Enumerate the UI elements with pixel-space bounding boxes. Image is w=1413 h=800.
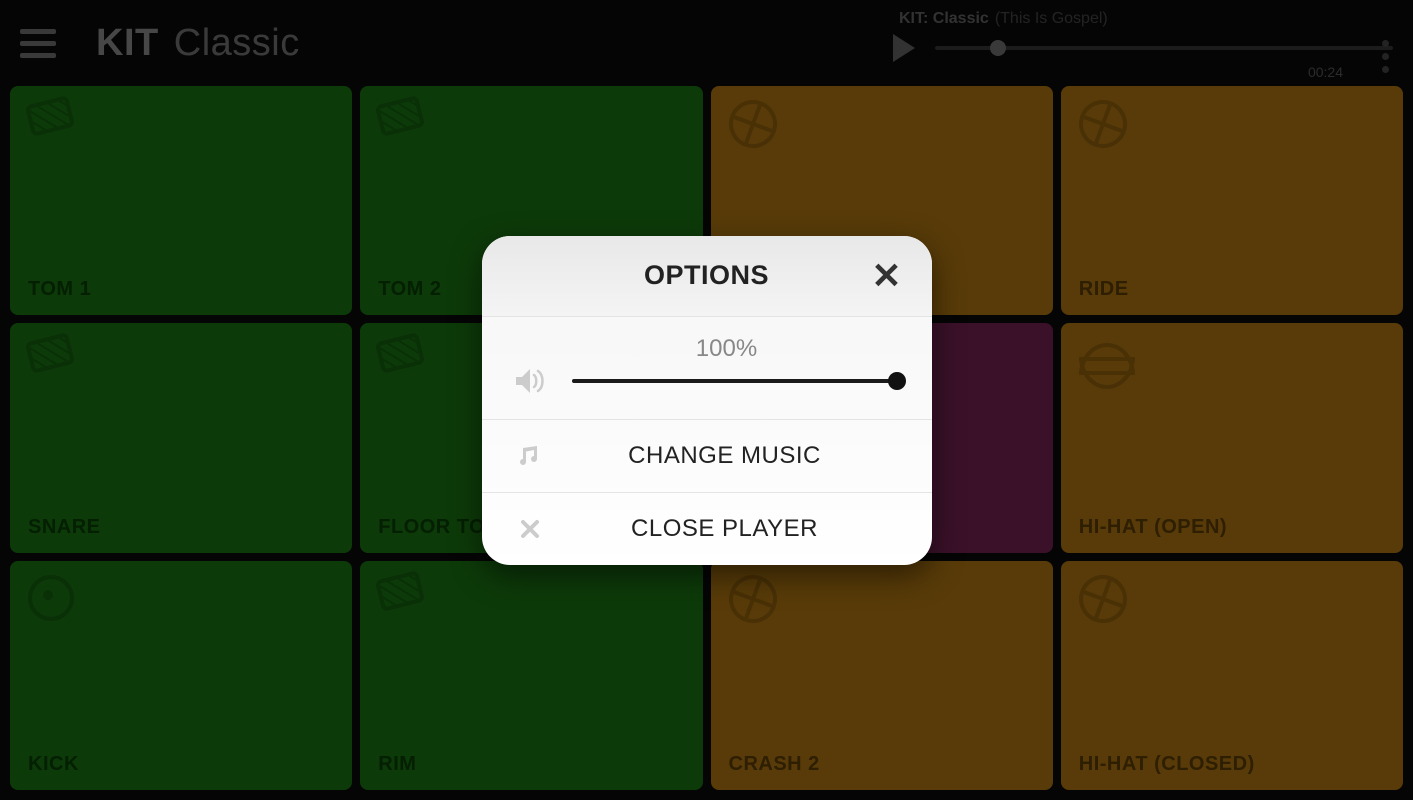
modal-wrap: OPTIONS ✕ 100% CHANGE MUSIC — [0, 0, 1413, 800]
app-root: KIT Classic KIT: Classic (This Is Gospel… — [0, 0, 1413, 800]
close-player-row[interactable]: CLOSE PLAYER — [482, 492, 932, 565]
close-small-icon — [512, 518, 548, 540]
volume-thumb[interactable] — [888, 372, 906, 390]
volume-value: 100% — [552, 335, 902, 363]
options-modal: OPTIONS ✕ 100% CHANGE MUSIC — [482, 236, 932, 565]
modal-title: OPTIONS — [644, 260, 769, 291]
volume-icon — [512, 367, 548, 395]
music-note-icon — [512, 444, 548, 468]
close-icon[interactable]: ✕ — [871, 258, 901, 294]
modal-header: OPTIONS ✕ — [482, 236, 932, 316]
change-music-row[interactable]: CHANGE MUSIC — [482, 419, 932, 492]
volume-slider[interactable] — [572, 379, 902, 383]
change-music-label: CHANGE MUSIC — [548, 442, 902, 470]
close-player-label: CLOSE PLAYER — [548, 515, 902, 543]
volume-row: 100% — [482, 316, 932, 419]
